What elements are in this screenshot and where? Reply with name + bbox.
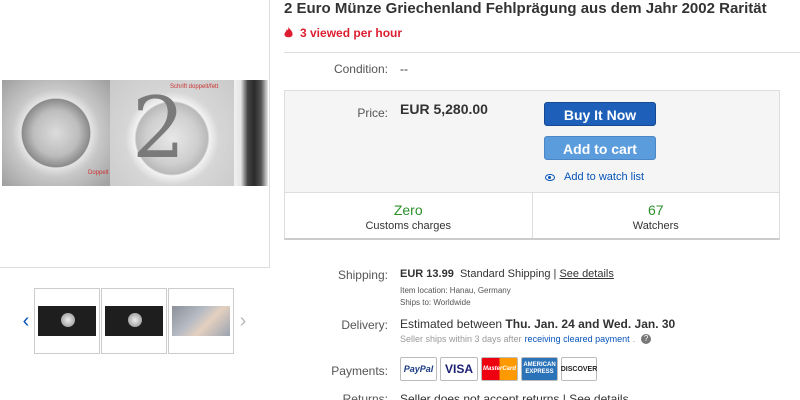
coin-denomination-digit: 2: [132, 80, 186, 177]
delivery-sub: Seller ships within 3 days after receivi…: [400, 334, 652, 344]
ships-to: Ships to: Worldwide: [400, 298, 471, 307]
discover-logo: DISCOVER: [561, 357, 597, 381]
chevron-right-icon[interactable]: ›: [235, 310, 251, 333]
viewed-indicator: 3 viewed per hour: [284, 26, 402, 40]
coin-back-thumb: [105, 306, 163, 336]
coin-front-thumb: [38, 306, 96, 336]
chevron-left-icon[interactable]: ‹: [18, 310, 34, 333]
mastercard-logo: MasterCard: [481, 357, 518, 381]
returns-label: Returns:: [342, 392, 388, 400]
payments-label: Payments:: [331, 364, 388, 378]
stats-bar: Zero Customs charges 67 Watchers: [285, 192, 779, 238]
customs-stat: Zero Customs charges: [285, 193, 532, 238]
add-to-watch-list-link[interactable]: Add to watch list: [545, 171, 644, 183]
coin-back-image: 2 Schrift doppelt/fett: [110, 80, 234, 186]
thumbnail-2[interactable]: [101, 288, 167, 354]
shipping-see-details-link[interactable]: See details: [559, 268, 613, 280]
delivery-label: Delivery:: [341, 318, 388, 332]
condition-label: Condition:: [333, 62, 388, 76]
shipping-label: Shipping:: [337, 268, 388, 282]
shipping-method: Standard Shipping |: [459, 268, 557, 280]
amex-logo: AMERICAN EXPRESS: [521, 357, 558, 381]
coin-edge-image: [234, 80, 268, 186]
delivery-range: Thu. Jan. 24 and Wed. Jan. 30: [505, 317, 676, 331]
customs-caption: Customs charges: [365, 220, 452, 232]
paypal-logo: PayPal: [400, 357, 437, 381]
hand-coin-thumb: [172, 306, 230, 336]
viewed-text: 3 viewed per hour: [300, 26, 403, 40]
shipping-cost: EUR 13.99: [400, 268, 454, 280]
delivery-line: Estimated between Thu. Jan. 24 and Wed. …: [400, 317, 675, 331]
delivery-sub-end: .: [632, 334, 636, 344]
add-to-cart-button[interactable]: Add to cart: [544, 136, 656, 160]
coin-photo[interactable]: Doppelt 2 Schrift doppelt/fett: [2, 80, 268, 186]
delivery-sub-text: Seller ships within 3 days after: [400, 334, 522, 344]
visa-logo: VISA: [440, 357, 478, 381]
buy-it-now-button[interactable]: Buy It Now: [544, 102, 656, 126]
price-value: EUR 5,280.00: [400, 101, 488, 117]
payment-logos: PayPal VISA MasterCard AMERICAN EXPRESS …: [400, 357, 600, 381]
eye-icon: [545, 173, 555, 181]
coin-front-image: Doppelt: [2, 80, 110, 186]
condition-value: --: [400, 62, 408, 76]
watch-label: Add to watch list: [564, 171, 645, 183]
delivery-prefix: Estimated between: [400, 317, 503, 331]
returns-text: Seller does not accept returns |: [400, 392, 566, 400]
returns-line: Seller does not accept returns | See det…: [400, 392, 629, 400]
watchers-caption: Watchers: [632, 220, 679, 232]
main-image-panel[interactable]: Doppelt 2 Schrift doppelt/fett: [0, 0, 270, 268]
shipping-line: EUR 13.99 Standard Shipping | See detail…: [400, 268, 614, 280]
flame-icon: [284, 27, 293, 38]
thumbnail-1[interactable]: [34, 288, 100, 354]
cleared-payment-link[interactable]: receiving cleared payment: [525, 334, 630, 344]
item-location: Item location: Hanau, Germany: [400, 286, 511, 295]
listing-title: 2 Euro Münze Griechenland Fehlprägung au…: [284, 0, 767, 17]
annotation-label: Doppelt: [88, 170, 109, 176]
price-label: Price:: [357, 106, 388, 120]
help-icon[interactable]: ?: [641, 334, 652, 344]
customs-value: Zero: [393, 202, 423, 218]
divider: [284, 52, 800, 53]
returns-see-details-link[interactable]: See details: [569, 392, 628, 400]
thumbnail-3[interactable]: [168, 288, 234, 354]
annotation-label: Schrift doppelt/fett: [170, 84, 219, 90]
watchers-value: 67: [647, 202, 664, 218]
thumbnail-strip: ‹ ›: [18, 287, 251, 355]
watchers-stat: 67 Watchers: [531, 193, 780, 238]
